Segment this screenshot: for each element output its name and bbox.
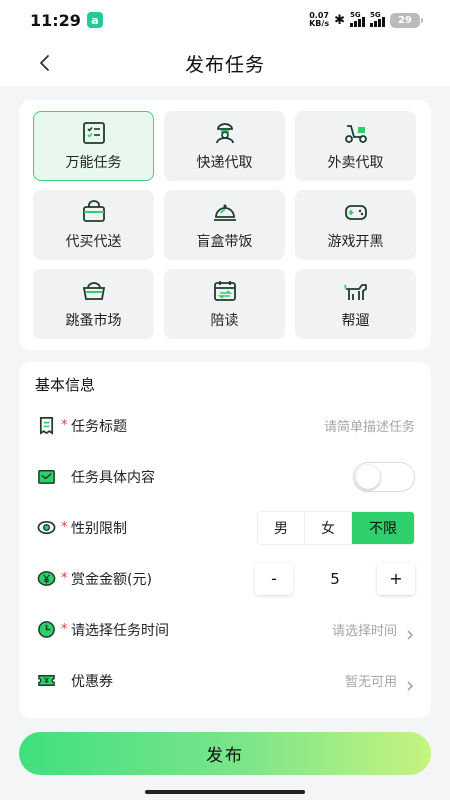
required-marker: * [61, 622, 68, 637]
receipt-icon [35, 415, 57, 437]
market-basket-icon [82, 282, 105, 300]
task-category-card: 万能任务 快递代取 外卖代取 代买代送 盲盒带饭 游戏开黑 跳蚤市场 陪读 帮遛 [19, 100, 431, 350]
category-label: 帮遛 [341, 313, 370, 329]
network-speed: 0.07 KB/s [309, 12, 329, 28]
task-time-row[interactable]: * 请选择任务时间 请选择时间 [35, 604, 415, 655]
category-label: 盲盒带饭 [196, 234, 253, 250]
publish-button[interactable]: 发布 [19, 732, 431, 775]
task-time-label: 请选择任务时间 [71, 622, 169, 639]
shopping-basket-icon [82, 200, 105, 222]
category-label: 陪读 [210, 313, 239, 329]
category-label: 代买代送 [65, 234, 122, 250]
coupon-label: 优惠券 [71, 673, 113, 690]
category-tile-dog-walking[interactable]: 帮遛 [295, 269, 416, 339]
yen-coin-icon [35, 568, 57, 590]
reward-row: * 赏金金额(元) - 5 + [35, 553, 415, 604]
battery-icon: 29 [390, 12, 423, 28]
scooter-icon [344, 125, 367, 143]
envelope-icon [35, 466, 57, 488]
category-tile-gaming[interactable]: 游戏开黑 [295, 190, 416, 260]
required-marker: * [61, 571, 68, 586]
task-content-row: 任务具体内容 [35, 451, 415, 502]
app-notification-icon: a [86, 12, 103, 28]
category-tile-courier[interactable]: 快递代取 [164, 111, 285, 181]
toggle-knob [356, 464, 380, 489]
chevron-left-icon [40, 55, 49, 71]
coupon-row[interactable]: 优惠券 暂无可用 [35, 655, 415, 706]
gender-segmented-control: 男 女 不限 [257, 510, 415, 545]
sim1-label: 5G [350, 11, 361, 19]
task-content-toggle[interactable] [353, 461, 415, 492]
required-marker: * [61, 418, 68, 433]
status-time: 11:29 [30, 10, 81, 30]
signal-icon: 5G [370, 11, 385, 27]
calendar-icon [213, 281, 236, 301]
task-content-label: 任务具体内容 [71, 469, 155, 486]
gender-label: 性别限制 [71, 520, 127, 537]
network-speed-unit: KB/s [309, 19, 330, 28]
page-title: 发布任务 [184, 53, 265, 76]
basic-info-card: 基本信息 * 任务标题 请简单描述任务 任务具体内容 * 性别限制 男 女 不限… [19, 362, 431, 718]
category-tile-study-buddy[interactable]: 陪读 [164, 269, 285, 339]
category-label: 万能任务 [65, 155, 122, 171]
ticket-icon [35, 670, 57, 692]
gamepad-icon [344, 205, 367, 220]
chevron-right-icon [405, 676, 415, 690]
task-time-value: 请选择时间 [331, 624, 397, 639]
sim2-label: 5G [370, 11, 381, 19]
category-label: 快递代取 [196, 155, 253, 171]
gender-option-female[interactable]: 女 [305, 511, 352, 544]
task-title-row[interactable]: * 任务标题 请简单描述任务 [35, 400, 415, 451]
task-time-picker[interactable]: 请选择时间 [332, 620, 415, 639]
task-content-toggle-wrap [353, 461, 415, 492]
food-cloche-icon [213, 204, 236, 221]
category-tile-flea-market[interactable]: 跳蚤市场 [33, 269, 154, 339]
courier-icon [215, 123, 234, 144]
task-title-input-wrap: 请简单描述任务 [324, 416, 415, 435]
decrement-button[interactable]: - [255, 562, 293, 595]
reward-stepper: - 5 + [255, 562, 415, 595]
category-label: 外卖代取 [327, 155, 384, 171]
clock-icon [35, 619, 57, 641]
task-title-label: 任务标题 [71, 418, 127, 435]
chevron-right-icon [405, 625, 415, 639]
reward-label: 赏金金额(元) [71, 571, 152, 588]
required-marker: * [61, 520, 68, 535]
coupon-value: 暂无可用 [344, 675, 397, 690]
eye-icon [35, 517, 57, 539]
category-tile-buy-deliver[interactable]: 代买代送 [33, 190, 154, 260]
gender-option-male[interactable]: 男 [258, 511, 305, 544]
category-tile-universal[interactable]: 万能任务 [33, 111, 154, 181]
bluetooth-icon: ✱ [334, 12, 345, 28]
gender-row: * 性别限制 男 女 不限 [35, 502, 415, 553]
category-tile-blindbox-meal[interactable]: 盲盒带饭 [164, 190, 285, 260]
back-button[interactable] [30, 48, 60, 78]
checklist-icon [82, 122, 105, 144]
home-indicator[interactable] [145, 790, 305, 794]
section-title: 基本信息 [35, 376, 96, 394]
task-category-grid: 万能任务 快递代取 外卖代取 代买代送 盲盒带饭 游戏开黑 跳蚤市场 陪读 帮遛 [33, 111, 417, 339]
battery-level: 29 [398, 14, 412, 26]
category-label: 跳蚤市场 [65, 313, 122, 329]
coupon-picker[interactable]: 暂无可用 [345, 671, 415, 690]
category-label: 游戏开黑 [327, 234, 384, 250]
dog-icon [343, 284, 367, 300]
task-title-input[interactable]: 请简单描述任务 [324, 416, 415, 435]
reward-value[interactable]: 5 [293, 570, 377, 588]
gender-selector-wrap: 男 女 不限 [257, 510, 415, 545]
nav-bar: 发布任务 [0, 40, 450, 86]
category-tile-takeout[interactable]: 外卖代取 [295, 111, 416, 181]
increment-button[interactable]: + [377, 562, 415, 595]
status-right-group: 0.07 KB/s ✱ 5G 5G 29 [309, 11, 423, 28]
gender-option-any[interactable]: 不限 [352, 511, 414, 544]
status-bar: 11:29 a 0.07 KB/s ✱ 5G 5G 29 [0, 0, 450, 40]
signal-icon: 5G [350, 11, 365, 27]
